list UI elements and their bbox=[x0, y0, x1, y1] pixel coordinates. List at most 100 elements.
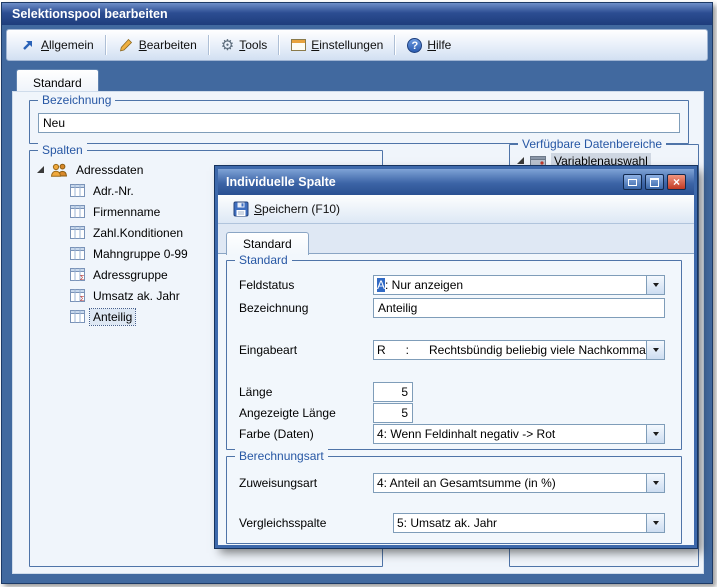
tree-node-label: Adressdaten bbox=[73, 162, 146, 178]
eingabeart-label: Eingabeart bbox=[239, 343, 297, 357]
zuweisungsart-value: 4: Anteil an Gesamtsumme (in %) bbox=[374, 474, 646, 492]
svg-text:Σ: Σ bbox=[80, 296, 85, 302]
toolbar-separator bbox=[394, 35, 396, 55]
dialog-bezeichnung-input[interactable] bbox=[373, 298, 665, 318]
toolbar-separator bbox=[208, 35, 210, 55]
save-floppy-icon bbox=[233, 201, 249, 217]
gear-icon: ⚙ bbox=[221, 38, 234, 53]
tools-button[interactable]: ⚙ Tools bbox=[212, 33, 276, 57]
eingabeart-combobox[interactable]: R : Rechtsbündig beliebig viele Nachkomm… bbox=[373, 340, 665, 360]
standard-group: Standard Feldstatus A: Nur anzeigen Beze… bbox=[226, 260, 682, 450]
tree-item-label-selected: Anteilig bbox=[90, 309, 135, 325]
feldstatus-selected-text: A bbox=[377, 278, 385, 292]
dropdown-arrow-icon[interactable] bbox=[646, 425, 664, 443]
feldstatus-row: Feldstatus A: Nur anzeigen bbox=[239, 275, 669, 295]
tab-standard-label: Standard bbox=[33, 76, 82, 90]
berechnungsart-group: Berechnungsart Zuweisungsart 4: Anteil a… bbox=[226, 456, 682, 544]
bezeichnung-row: Bezeichnung bbox=[239, 298, 669, 318]
zuweisungsart-label: Zuweisungsart bbox=[239, 476, 317, 490]
hilfe-label: Hilfe bbox=[427, 38, 451, 52]
vergleichsspalte-row: Vergleichsspalte 5: Umsatz ak. Jahr bbox=[239, 513, 669, 533]
einstellungen-button[interactable]: Einstellungen bbox=[282, 33, 392, 57]
standard-group-label: Standard bbox=[235, 253, 292, 267]
expanded-triangle-icon[interactable] bbox=[36, 165, 45, 174]
settings-window-icon bbox=[291, 39, 306, 51]
dialog-tab-standard[interactable]: Standard bbox=[226, 232, 309, 255]
angezeigte-laenge-label: Angezeigte Länge bbox=[239, 406, 336, 420]
maximize-icon[interactable] bbox=[645, 174, 664, 190]
eingabeart-value: R : Rechtsbündig beliebig viele Nachkomm… bbox=[374, 341, 646, 359]
farbe-row: Farbe (Daten) 4: Wenn Feldinhalt negativ… bbox=[239, 424, 669, 444]
columns-icon bbox=[70, 205, 85, 218]
allgemein-button[interactable]: Allgemein bbox=[11, 33, 103, 57]
toolbar-separator bbox=[278, 35, 280, 55]
laenge-input[interactable] bbox=[373, 382, 413, 402]
zuweisungsart-combobox[interactable]: 4: Anteil an Gesamtsumme (in %) bbox=[373, 473, 665, 493]
columns-sum-icon: Σ bbox=[70, 289, 85, 302]
angezeigte-laenge-input[interactable] bbox=[373, 403, 413, 423]
columns-sum-icon: Σ bbox=[70, 268, 85, 281]
main-titlebar: Selektionspool bearbeiten bbox=[2, 3, 712, 25]
bezeichnung-input[interactable] bbox=[38, 113, 680, 133]
dialog-window-buttons: × bbox=[623, 174, 686, 190]
save-button[interactable]: Speichern (F10) bbox=[224, 197, 349, 221]
dialog-bezeichnung-label: Bezeichnung bbox=[239, 301, 308, 315]
toolbar-separator bbox=[105, 35, 107, 55]
dialog-tabstrip: Standard bbox=[218, 224, 694, 254]
allgemein-label: Allgemein bbox=[41, 38, 94, 52]
vergleichsspalte-value: 5: Umsatz ak. Jahr bbox=[394, 514, 646, 532]
hilfe-button[interactable]: ? Hilfe bbox=[398, 33, 460, 57]
contacts-icon bbox=[50, 163, 68, 177]
main-toolbar: Allgemein Bearbeiten ⚙ Tools Einstellung… bbox=[6, 29, 708, 61]
bearbeiten-label: Bearbeiten bbox=[139, 38, 197, 52]
columns-icon bbox=[70, 310, 85, 323]
main-tabstrip: Standard bbox=[2, 69, 712, 93]
help-icon: ? bbox=[407, 38, 422, 53]
dropdown-arrow-icon[interactable] bbox=[646, 514, 664, 532]
maximize-glyph bbox=[650, 178, 659, 187]
berechnungsart-group-label: Berechnungsart bbox=[235, 449, 328, 463]
einstellungen-label: Einstellungen bbox=[311, 38, 383, 52]
tree-item-label: Adr.-Nr. bbox=[90, 183, 137, 199]
dropdown-arrow-icon[interactable] bbox=[646, 474, 664, 492]
dialog-titlebar: Individuelle Spalte × bbox=[218, 169, 694, 195]
tree-item-label: Zahl.Konditionen bbox=[90, 225, 186, 241]
vergleichsspalte-combobox[interactable]: 5: Umsatz ak. Jahr bbox=[393, 513, 665, 533]
columns-icon bbox=[70, 247, 85, 260]
columns-icon bbox=[70, 184, 85, 197]
expanded-triangle-icon[interactable] bbox=[516, 156, 525, 165]
tree-item-label: Adressgruppe bbox=[90, 267, 171, 283]
screen: Selektionspool bearbeiten Allgemein Bear… bbox=[0, 0, 717, 587]
minimize-glyph bbox=[628, 179, 637, 186]
main-window-title: Selektionspool bearbeiten bbox=[12, 7, 168, 21]
farbe-combobox[interactable]: 4: Wenn Feldinhalt negativ -> Rot bbox=[373, 424, 665, 444]
feldstatus-value: A: Nur anzeigen bbox=[374, 276, 646, 294]
feldstatus-rest-text: : Nur anzeigen bbox=[385, 278, 463, 292]
columns-icon bbox=[70, 226, 85, 239]
dropdown-arrow-icon[interactable] bbox=[646, 276, 664, 294]
angezeigte-laenge-row: Angezeigte Länge bbox=[239, 403, 669, 423]
svg-text:Σ: Σ bbox=[80, 275, 85, 281]
arrow-up-right-icon bbox=[20, 37, 36, 53]
minimize-icon[interactable] bbox=[623, 174, 642, 190]
eingabeart-row: Eingabeart R : Rechtsbündig beliebig vie… bbox=[239, 340, 669, 360]
dropdown-arrow-icon[interactable] bbox=[646, 341, 664, 359]
feldstatus-combobox[interactable]: A: Nur anzeigen bbox=[373, 275, 665, 295]
bearbeiten-button[interactable]: Bearbeiten bbox=[109, 33, 206, 57]
farbe-value: 4: Wenn Feldinhalt negativ -> Rot bbox=[374, 425, 646, 443]
dialog-title: Individuelle Spalte bbox=[226, 175, 623, 189]
tree-item-label: Mahngruppe 0-99 bbox=[90, 246, 191, 262]
close-icon[interactable]: × bbox=[667, 174, 686, 190]
tools-label: Tools bbox=[239, 38, 267, 52]
bezeichnung-group-label: Bezeichnung bbox=[38, 93, 115, 107]
pencil-icon bbox=[118, 37, 134, 53]
feldstatus-label: Feldstatus bbox=[239, 278, 294, 292]
zuweisungsart-row: Zuweisungsart 4: Anteil an Gesamtsumme (… bbox=[239, 473, 669, 493]
dialog-tab-label: Standard bbox=[243, 237, 292, 251]
laenge-label: Länge bbox=[239, 385, 272, 399]
individuelle-spalte-dialog: Individuelle Spalte × Speichern (F10) bbox=[215, 166, 697, 548]
vergleichsspalte-label: Vergleichsspalte bbox=[239, 516, 326, 530]
dialog-content: Standard Feldstatus A: Nur anzeigen Beze… bbox=[218, 253, 694, 545]
tab-standard[interactable]: Standard bbox=[16, 69, 99, 93]
farbe-label: Farbe (Daten) bbox=[239, 427, 314, 441]
